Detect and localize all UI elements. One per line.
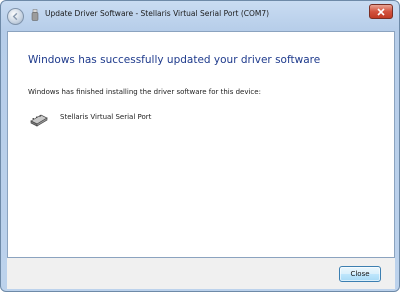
- device-name: Stellaris Virtual Serial Port: [60, 113, 152, 121]
- title-bar: Update Driver Software - Stellaris Virtu…: [1, 1, 399, 31]
- window-title: Update Driver Software - Stellaris Virtu…: [45, 9, 270, 18]
- status-description: Windows has finished installing the driv…: [28, 88, 261, 96]
- back-button[interactable]: [7, 8, 24, 25]
- dialog-window: Update Driver Software - Stellaris Virtu…: [0, 0, 400, 292]
- button-bar: Close: [7, 258, 395, 289]
- page-title: Windows has successfully updated your dr…: [28, 54, 321, 66]
- serial-port-icon: [30, 114, 48, 127]
- close-icon: [377, 7, 385, 16]
- usb-device-icon: [31, 9, 39, 21]
- window-close-button[interactable]: [369, 4, 393, 19]
- content-panel: Windows has successfully updated your dr…: [7, 31, 395, 258]
- device-entry: Stellaris Virtual Serial Port: [28, 112, 151, 128]
- close-button[interactable]: Close: [339, 266, 381, 282]
- back-arrow-icon: [12, 12, 18, 21]
